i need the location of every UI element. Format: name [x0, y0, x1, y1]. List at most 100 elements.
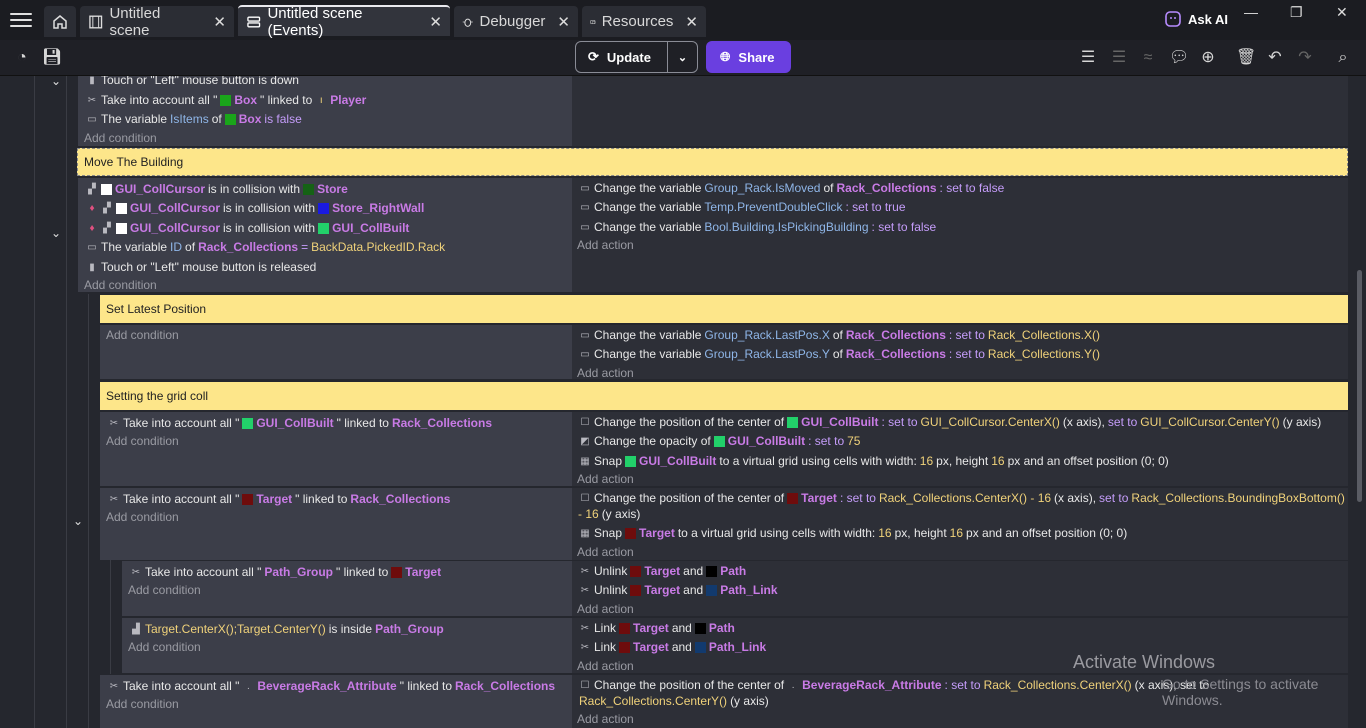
action-text: Change the variable	[594, 220, 702, 234]
object-name: BeverageRack_Attribute	[802, 678, 942, 692]
scrollbar[interactable]	[1357, 270, 1362, 502]
action[interactable]: ▦ Snap GUI_CollBuilt to a virtual grid usin…	[579, 454, 1169, 468]
tab-scene[interactable]: Untitled scene ✕	[80, 5, 234, 39]
add-action-link[interactable]: Add action	[577, 712, 634, 726]
object-thumbnail	[116, 222, 127, 234]
condition[interactable]: ▟ Target.CenterX();Target.CenterY() is ins…	[130, 622, 444, 636]
action[interactable]: ☐ Change the position of the center of Tar…	[579, 491, 1345, 505]
save-icon[interactable]: 💾︎	[42, 48, 62, 68]
action[interactable]: ✂ Unlink Target and Path_Link	[579, 583, 778, 597]
close-icon[interactable]: ✕	[429, 13, 442, 31]
action[interactable]: ▭ Change the variable Group_Rack.IsMoved of…	[579, 181, 1004, 195]
action[interactable]: ✂ Link Target and Path_Link	[579, 640, 766, 654]
action-continuation[interactable]: - 16 (y axis)	[578, 507, 640, 521]
undo-icon[interactable]: ↶	[1265, 48, 1285, 68]
close-icon[interactable]: ✕	[557, 13, 570, 31]
object-thumbnail	[318, 202, 330, 214]
condition[interactable]: ✂ Take into account all " GUI_CollBuilt " l…	[108, 416, 492, 430]
add-other-icon[interactable]: ≈	[1138, 48, 1158, 68]
minimize-icon[interactable]: —	[1244, 4, 1258, 20]
home-icon	[53, 14, 67, 29]
hamburger-menu-icon[interactable]	[10, 10, 32, 30]
home-tab[interactable]	[44, 6, 76, 37]
event-actions[interactable]	[572, 178, 1348, 292]
ai-assistant-icon	[1165, 11, 1181, 27]
add-condition-link[interactable]: Add condition	[128, 583, 201, 597]
comment-block[interactable]: Set Latest Position	[100, 295, 1348, 323]
update-button[interactable]: ⟳ Update ⌄	[575, 41, 698, 73]
search-icon[interactable]: ⌕	[1333, 48, 1353, 68]
tab-resources[interactable]: Resources ✕	[582, 6, 706, 37]
position-icon: ☐	[580, 492, 590, 504]
action[interactable]: ✂ Unlink Target and Path	[579, 564, 746, 578]
add-action-link[interactable]: Add action	[577, 602, 634, 616]
add-condition-link[interactable]: Add condition	[84, 278, 157, 292]
object-name: Path	[720, 564, 747, 578]
collision-icon: ▞	[88, 183, 96, 195]
add-condition-link[interactable]: Add condition	[128, 640, 201, 654]
add-action-link[interactable]: Add action	[577, 472, 634, 486]
history-icon[interactable]: ◔	[12, 48, 32, 68]
chevron-down-icon[interactable]: ⌄	[51, 76, 61, 88]
add-action-link[interactable]: Add action	[577, 238, 634, 252]
action-value: : set to false	[871, 220, 937, 234]
redo-icon[interactable]: ↷	[1295, 48, 1315, 68]
add-condition-link[interactable]: Add condition	[106, 510, 179, 524]
add-condition-link[interactable]: Add condition	[84, 131, 157, 145]
add-condition-link[interactable]: Add condition	[106, 434, 179, 448]
activation-watermark: Activate Windows	[1073, 652, 1216, 672]
comment-block[interactable]: Move The Building	[77, 148, 1348, 176]
link-icon: ✂	[580, 641, 590, 653]
tab-debugger[interactable]: Debugger ✕	[454, 6, 578, 37]
action[interactable]: ☐ Change the position of the center of GUI…	[579, 415, 1322, 429]
condition[interactable]: ▮ Touch or "Left" mouse button is release…	[86, 260, 316, 274]
action[interactable]: ▭ Change the variable Bool.Building.IsPick…	[579, 220, 936, 234]
condition[interactable]: ✂ Take into account all " Target " linked t…	[108, 492, 451, 506]
action[interactable]: ◩ Change the opacity of GUI_CollBuilt: set…	[579, 434, 860, 448]
condition[interactable]: ♦ ▞ GUI_CollCursor is in collision with Stor…	[86, 201, 424, 215]
condition[interactable]: ▭ The variable IsItems of Box is false	[86, 112, 302, 126]
condition[interactable]: ▭ The variable ID of Rack_Collections = BackDa…	[86, 240, 445, 254]
add-action-link[interactable]: Add action	[577, 366, 634, 380]
chevron-down-icon[interactable]: ⌄	[668, 51, 697, 64]
add-circle-icon[interactable]: ⊕	[1198, 48, 1218, 68]
action[interactable]: ▭ Change the variable Group_Rack.LastPos.Y…	[579, 347, 1100, 361]
position-icon: ☐	[580, 679, 590, 691]
condition[interactable]: ▞ GUI_CollCursor is in collision with Store	[86, 182, 348, 196]
event-actions[interactable]	[572, 76, 1348, 146]
tab-scene-events[interactable]: Untitled scene (Events) ✕	[238, 5, 450, 39]
action[interactable]: ▭ Change the variable Temp.PreventDoubleCl…	[579, 200, 906, 214]
expression: Rack_Collections.CenterY()	[579, 694, 728, 708]
object-thumbnail	[101, 183, 112, 195]
close-icon[interactable]: ✕	[213, 13, 226, 31]
add-action-link[interactable]: Add action	[577, 545, 634, 559]
add-condition-link[interactable]: Add condition	[106, 328, 179, 342]
close-window-icon[interactable]: ✕	[1336, 4, 1348, 21]
condition[interactable]: ♦ ▞ GUI_CollCursor is in collision with GUI_…	[86, 221, 409, 235]
chevron-down-icon[interactable]: ⌄	[73, 514, 83, 528]
condition[interactable]: ✂ Take into account all " Path_Group " link…	[130, 565, 441, 579]
action[interactable]: ✂ Link Target and Path	[579, 621, 735, 635]
comment-block[interactable]: Setting the grid coll	[100, 382, 1348, 410]
ask-ai-button[interactable]: Ask AI	[1164, 10, 1228, 28]
sync-icon: ⟳	[588, 49, 599, 64]
comment-icon[interactable]: 💬︎	[1169, 48, 1189, 68]
restore-icon[interactable]: ❐	[1290, 4, 1303, 21]
condition[interactable]: ▮ Touch or "Left" mouse button is down	[86, 76, 299, 87]
share-button[interactable]: 🌐︎ Share	[706, 41, 791, 73]
close-icon[interactable]: ✕	[685, 13, 698, 31]
action[interactable]: ☐ Change the position of the center of. Be…	[579, 678, 1210, 692]
action-value: : set to true	[845, 200, 906, 214]
action-text: Unlink	[594, 564, 628, 578]
action-continuation[interactable]: Rack_Collections.CenterY() (y axis)	[579, 694, 769, 708]
action[interactable]: ▭ Change the variable Group_Rack.LastPos.X…	[579, 328, 1100, 342]
delete-icon[interactable]: 🗑︎	[1236, 48, 1256, 68]
condition[interactable]: ✂ Take into account all " Box " linked to ı P…	[86, 93, 367, 107]
action[interactable]: ▦ Snap Target to a virtual grid using cells…	[579, 526, 1127, 540]
add-event-icon[interactable]: ☰	[1078, 48, 1098, 68]
add-action-link[interactable]: Add action	[577, 659, 634, 673]
add-condition-link[interactable]: Add condition	[106, 697, 179, 711]
add-sub-event-icon[interactable]: ☰	[1109, 48, 1129, 68]
chevron-down-icon[interactable]: ⌄	[51, 226, 61, 240]
condition[interactable]: ✂ Take into account all ". BeverageRack_At…	[108, 679, 555, 693]
